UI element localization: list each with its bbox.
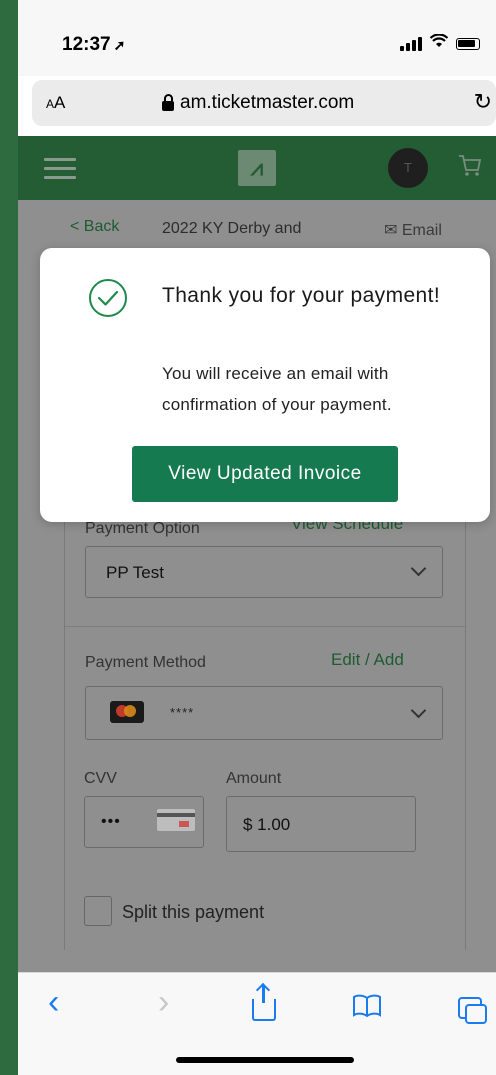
chevron-down-icon xyxy=(410,702,427,719)
wifi-icon xyxy=(429,33,449,53)
cvv-value: ••• xyxy=(101,813,121,830)
share-icon[interactable] xyxy=(252,985,276,1021)
view-updated-invoice-button[interactable]: View Updated Invoice xyxy=(132,446,398,502)
status-time: 12:37 ➚ xyxy=(62,34,125,56)
payment-success-dialog: Thank you for your payment! You will rec… xyxy=(40,248,490,522)
check-circle-icon xyxy=(89,279,127,317)
back-link[interactable]: < Back xyxy=(70,218,119,236)
amount-input[interactable]: $ 1.00 xyxy=(226,796,416,852)
back-icon[interactable]: ‹ xyxy=(48,983,59,1022)
envelope-icon: ✉ xyxy=(384,222,398,239)
mastercard-icon xyxy=(110,701,144,723)
status-bar: 12:37 ➚ xyxy=(18,0,496,76)
divider xyxy=(65,626,465,627)
location-icon: ➚ xyxy=(113,37,126,53)
amount-value: $ 1.00 xyxy=(243,815,291,834)
masked-card-number: **** xyxy=(170,705,195,720)
avatar[interactable]: T xyxy=(388,148,428,188)
tabs-icon[interactable] xyxy=(458,997,487,1024)
home-indicator xyxy=(176,1057,354,1063)
cvv-label: CVV xyxy=(84,770,117,787)
lock-icon xyxy=(162,94,174,111)
url-text: am.ticketmaster.com xyxy=(180,92,355,113)
subnav: < Back 2022 KY Derby and ✉ Email xyxy=(18,214,496,244)
chevron-down-icon xyxy=(410,560,427,577)
split-payment-label: Split this payment xyxy=(122,902,265,922)
payment-form: Payment Option View Schedule PP Test Pay… xyxy=(64,500,466,950)
reload-icon[interactable]: ↻ xyxy=(474,89,492,115)
cart-icon[interactable] xyxy=(458,154,482,185)
phone-screen: 12:37➚ AA am.ticketmaster.com ↻ ⩘ T < B xyxy=(18,0,496,1075)
battery-icon xyxy=(456,37,480,50)
site-header: ⩘ T xyxy=(18,136,496,200)
edit-add-link[interactable]: Edit / Add xyxy=(331,650,404,670)
event-title: 2022 KY Derby and xyxy=(162,220,302,237)
time-text: 12:37 xyxy=(62,34,111,55)
signal-icon xyxy=(400,36,422,51)
amount-label: Amount xyxy=(226,770,282,787)
split-payment-checkbox[interactable] xyxy=(84,896,112,926)
payment-method-select[interactable]: **** xyxy=(85,686,443,740)
menu-icon[interactable] xyxy=(44,158,76,185)
payment-method-label: Payment Method xyxy=(85,654,206,671)
payment-option-label: Payment Option xyxy=(85,520,200,537)
card-back-icon xyxy=(157,809,195,831)
payment-option-select[interactable]: PP Test xyxy=(85,546,443,598)
text-size-button[interactable]: AA xyxy=(46,93,65,113)
site-logo[interactable]: ⩘ xyxy=(238,150,276,186)
url-display[interactable]: am.ticketmaster.com xyxy=(162,92,354,114)
email-link[interactable]: ✉ Email xyxy=(384,220,442,240)
forward-icon[interactable]: › xyxy=(158,983,169,1022)
bookmarks-icon[interactable] xyxy=(352,993,382,1025)
address-bar[interactable]: AA am.ticketmaster.com ↻ xyxy=(32,80,496,126)
status-icons xyxy=(400,33,480,53)
payment-option-value: PP Test xyxy=(106,563,164,582)
dialog-message: You will receive an email with confirmat… xyxy=(162,364,392,414)
dialog-title: Thank you for your payment! xyxy=(162,284,441,307)
cvv-input[interactable]: ••• xyxy=(84,796,204,848)
email-label: Email xyxy=(401,222,442,239)
